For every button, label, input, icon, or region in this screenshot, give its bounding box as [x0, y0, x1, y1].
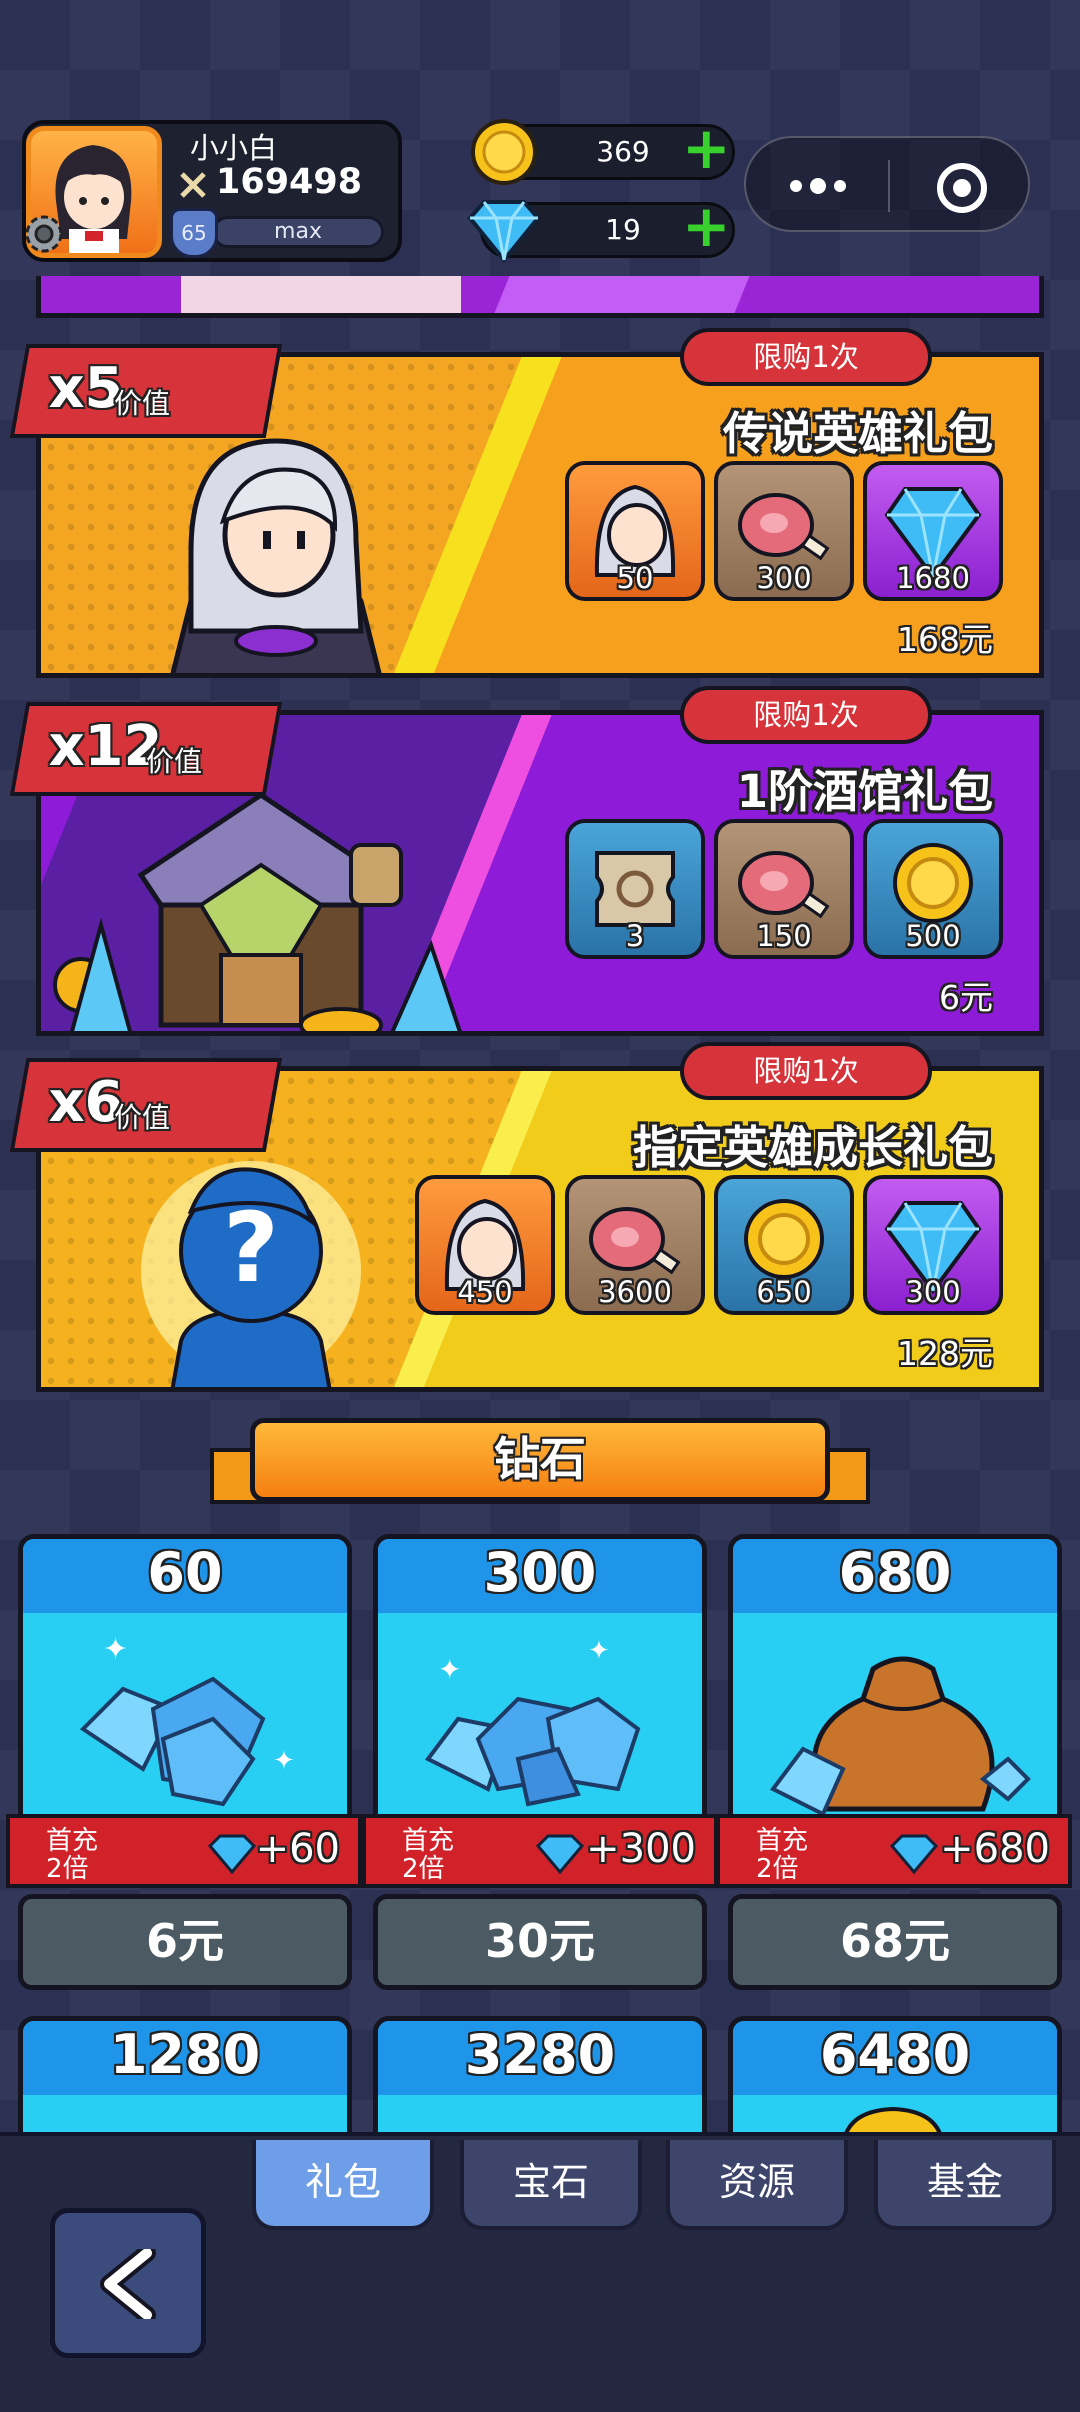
value-multiplier-tag: x5 价值 [9, 344, 283, 438]
diamond-card-amount: 60 [147, 1541, 223, 1604]
diamond-pile-icon: ✦ ✦ [424, 1636, 641, 1807]
pack-item: 650 [714, 1175, 854, 1315]
bonus-amount: +300 [586, 1826, 696, 1872]
tab-resources[interactable]: 资源 [666, 2140, 848, 2230]
diamond-card-1280[interactable]: 1280 [18, 2016, 352, 2146]
item-amount: 300 [905, 1275, 961, 1309]
first-charge-bonus-banner: 首充 2倍 +300 [362, 1814, 718, 1888]
gold-amount: 369 [596, 135, 650, 168]
first-charge-bonus-banner: 首充 2倍 +60 [6, 1814, 362, 1888]
diamond-icon [466, 196, 542, 264]
value-label: 价值 [146, 745, 203, 778]
pack-item: 150 [714, 819, 854, 959]
pack-title: 1阶酒馆礼包 [736, 765, 993, 818]
pack-price: 168元 [897, 620, 993, 659]
item-amount: 300 [756, 561, 812, 595]
svg-text:?: ? [223, 1192, 279, 1304]
diamond-pile-icon: ✦ ✦ [79, 1632, 295, 1807]
item-amount: 1680 [896, 561, 970, 595]
purchase-limit-badge: 限购1次 [680, 328, 932, 386]
first-charge-bonus-banner: 首充 2倍 +680 [716, 1814, 1072, 1888]
bonus-amount: +60 [255, 1826, 340, 1872]
item-amount: 650 [756, 1275, 812, 1309]
settings-gear-icon[interactable] [22, 212, 66, 256]
tab-gems[interactable]: 宝石 [460, 2140, 642, 2230]
value-multiplier-tag: x12 价值 [9, 702, 283, 796]
pack-item: 300 [714, 461, 854, 601]
purchase-limit-badge: 限购1次 [680, 686, 932, 744]
gold-coin-icon [468, 116, 540, 188]
pack-price: 6元 [939, 978, 993, 1017]
mystery-hero-silhouette: ? [131, 1141, 371, 1387]
level-badge: 65 [170, 208, 218, 258]
diamond-icon [889, 1834, 939, 1875]
pack-item: 3600 [565, 1175, 705, 1315]
diamond-card-60[interactable]: 60 ✦ ✦ [18, 1534, 352, 1834]
legend-hero-art [151, 431, 401, 673]
bonus-label-line2: 2倍 [756, 1854, 799, 1884]
svg-text:✦: ✦ [273, 1746, 295, 1776]
diamond-card-amount: 1280 [109, 2023, 261, 2086]
tab-funds[interactable]: 基金 [874, 2140, 1056, 2230]
pack-item: 50 [565, 461, 705, 601]
buy-button[interactable]: 6元 [18, 1894, 352, 1990]
svg-text:✦: ✦ [588, 1636, 610, 1666]
buy-button[interactable]: 68元 [728, 1894, 1062, 1990]
value-multiplier-tag: x6 价值 [9, 1058, 283, 1152]
back-arrow-icon [100, 2249, 156, 2319]
pack-title: 指定英雄成长礼包 [632, 1121, 993, 1174]
tab-gift-packs[interactable]: 礼包 [252, 2140, 434, 2230]
svg-text:✦: ✦ [103, 1632, 128, 1667]
pack-item: 3 [565, 819, 705, 959]
diamond-card-6480[interactable]: 6480 [728, 2016, 1062, 2146]
multiplier-value: x6 [48, 1070, 124, 1135]
add-diamond-button[interactable]: + [682, 197, 731, 255]
value-label: 价值 [114, 387, 171, 420]
multiplier-value: x5 [48, 356, 124, 421]
value-label: 价值 [114, 1101, 171, 1134]
pack-price: 128元 [897, 1334, 993, 1373]
diamond-card-amount: 680 [838, 1541, 952, 1604]
level-status-bar: max [212, 216, 384, 248]
item-amount: 50 [616, 561, 654, 595]
back-button[interactable] [50, 2208, 206, 2358]
player-name: 小小白 [190, 131, 278, 165]
combat-power-value: 169498 [216, 162, 363, 202]
more-menu-icon[interactable] [786, 174, 850, 198]
diamond-icon [535, 1834, 585, 1875]
pack-title: 传说英雄礼包 [722, 407, 993, 460]
diamond-card-amount: 6480 [819, 2023, 971, 2086]
diamond-card-3280[interactable]: 3280 [373, 2016, 707, 2146]
item-amount: 150 [756, 919, 812, 953]
bonus-amount: +680 [940, 1826, 1050, 1872]
miniprogram-capsule [744, 136, 1030, 232]
pack-item: 500 [863, 819, 1003, 959]
diamond-icon [207, 1834, 257, 1875]
pack-item: 1680 [863, 461, 1003, 601]
diamond-card-680[interactable]: 680 [728, 1534, 1062, 1834]
tavern-building-art [51, 755, 471, 1031]
pack-item: 300 [863, 1175, 1003, 1315]
svg-text:✦: ✦ [438, 1653, 461, 1686]
diamond-card-300[interactable]: 300 ✦ ✦ [373, 1534, 707, 1834]
item-amount: 450 [457, 1275, 513, 1309]
item-amount: 500 [905, 919, 961, 953]
buy-button[interactable]: 30元 [373, 1894, 707, 1990]
crossed-swords-icon [178, 170, 208, 200]
diamond-card-amount: 300 [483, 1541, 597, 1604]
purchase-limit-badge: 限购1次 [680, 1042, 932, 1100]
item-amount: 3600 [598, 1275, 672, 1309]
diamond-amount: 19 [605, 213, 641, 246]
add-gold-button[interactable]: + [682, 119, 731, 177]
diamond-section-title: 钻石 [250, 1418, 830, 1502]
bonus-label-line2: 2倍 [46, 1854, 89, 1884]
previous-pack-strip [36, 276, 1044, 318]
bonus-label-line2: 2倍 [402, 1854, 445, 1884]
close-miniprogram-icon[interactable] [934, 160, 990, 216]
pack-item: 450 [415, 1175, 555, 1315]
item-amount: 3 [625, 919, 645, 953]
diamond-card-amount: 3280 [464, 2023, 616, 2086]
diamond-bag-icon [769, 1656, 1031, 1817]
